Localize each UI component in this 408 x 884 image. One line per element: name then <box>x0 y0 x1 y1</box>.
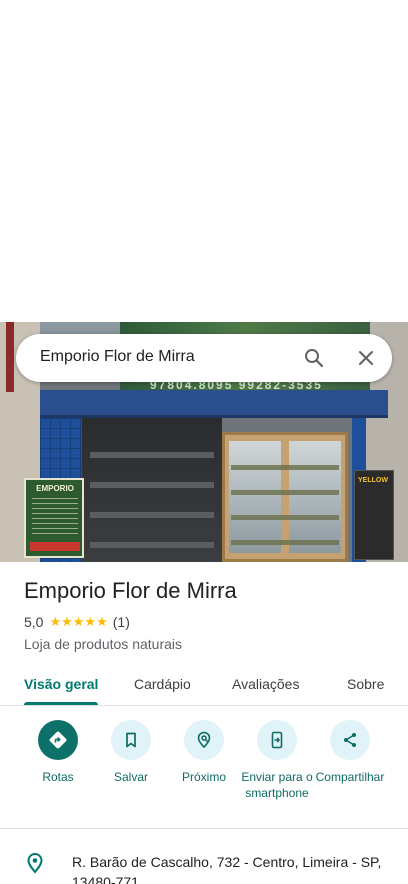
nearby-button-circle[interactable] <box>184 720 224 760</box>
search-bar[interactable]: Emporio Flor de Mirra <box>16 334 392 382</box>
section-divider <box>0 828 408 829</box>
review-count[interactable]: (1) <box>113 614 130 630</box>
photo-sign-left: EMPORIO <box>24 478 84 558</box>
nearby-icon <box>197 731 211 749</box>
bookmark-icon <box>126 732 136 748</box>
photo-sign-right-text: YELLOW <box>358 477 388 484</box>
share-button-circle[interactable] <box>330 720 370 760</box>
photo-sign-right: YELLOW <box>354 470 394 560</box>
photo-door-glass <box>229 441 281 553</box>
photo-awning <box>40 390 388 418</box>
photo-door-glass <box>289 441 341 553</box>
photo-product-row <box>231 465 339 470</box>
tab-reviews[interactable]: Avaliações <box>232 676 299 692</box>
tab-about[interactable]: Sobre <box>347 676 384 692</box>
tab-bar: Visão geral Cardápio Avaliações Sobre <box>0 664 408 706</box>
share-button[interactable]: Compartilhar <box>312 720 388 785</box>
directions-icon <box>49 731 67 749</box>
search-query-text[interactable]: Emporio Flor de Mirra <box>40 348 195 366</box>
close-icon[interactable] <box>354 346 378 370</box>
tab-overview[interactable]: Visão geral <box>24 676 98 692</box>
tab-active-indicator <box>24 702 98 705</box>
place-category[interactable]: Loja de produtos naturais <box>24 636 182 652</box>
save-button[interactable]: Salvar <box>93 720 169 785</box>
photo-shelf <box>90 512 214 518</box>
save-label: Salvar <box>113 770 148 784</box>
place-title: Emporio Flor de Mirra <box>24 578 237 603</box>
photo-shelf <box>90 542 214 548</box>
photo-sign-left-title: EMPORIO <box>36 484 74 493</box>
photo-sign-left-lines <box>32 498 78 538</box>
location-pin-icon <box>24 852 46 874</box>
nearby-label: Próximo <box>181 770 226 784</box>
photo-door <box>222 432 348 562</box>
map-blank-area <box>0 0 408 322</box>
share-label: Compartilhar <box>315 770 385 784</box>
tab-menu[interactable]: Cardápio <box>134 676 191 692</box>
directions-button-circle[interactable] <box>38 720 78 760</box>
rating-row[interactable]: 5,0 ★★★★★ (1) <box>24 614 130 630</box>
photo-product-row <box>231 515 339 520</box>
search-icon[interactable] <box>302 346 326 370</box>
photo-pole <box>6 322 14 392</box>
send-to-phone-button-circle[interactable] <box>257 720 297 760</box>
photo-store-interior <box>82 418 222 562</box>
photo-shelf <box>90 452 214 458</box>
send-to-phone-icon <box>271 731 283 749</box>
share-icon <box>344 733 356 747</box>
action-buttons: Rotas Salvar Próximo Enviar para o smart… <box>0 720 408 826</box>
photo-sign-left-stripe <box>30 542 80 551</box>
save-button-circle[interactable] <box>111 720 151 760</box>
nearby-button[interactable]: Próximo <box>166 720 242 785</box>
photo-product-row <box>231 540 339 545</box>
star-rating-icon: ★★★★★ <box>49 614 108 629</box>
address-text[interactable]: R. Barão de Cascalho, 732 - Centro, Lime… <box>72 852 382 884</box>
rating-value: 5,0 <box>24 614 44 630</box>
directions-label: Rotas <box>42 770 74 784</box>
send-to-phone-label: Enviar para o smartphone <box>241 770 313 800</box>
send-to-phone-button[interactable]: Enviar para o smartphone <box>239 720 315 801</box>
photo-shelf <box>90 482 214 488</box>
photo-product-row <box>231 490 339 495</box>
directions-button[interactable]: Rotas <box>20 720 96 785</box>
